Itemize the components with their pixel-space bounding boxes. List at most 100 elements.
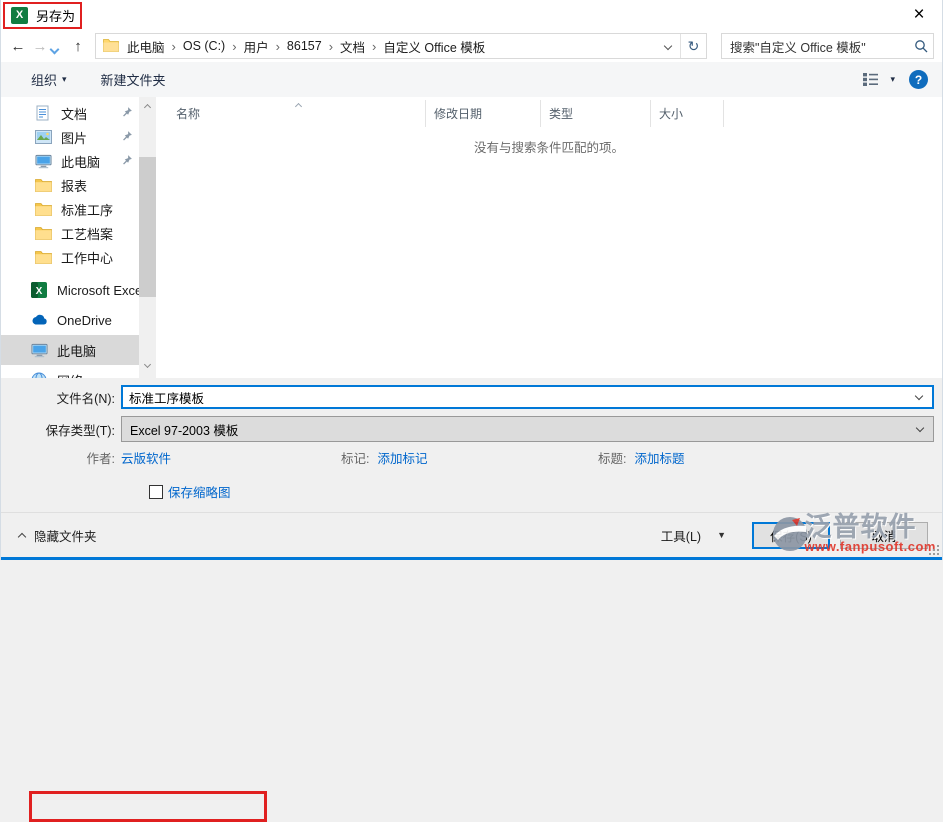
breadcrumb-item[interactable]: OS (C:): [181, 39, 227, 53]
new-folder-button[interactable]: 新建文件夹: [101, 70, 166, 89]
navigation-pane: 文档 图片 此电脑 报表 标准工序 工艺档案 工作中心 X Microsoft Excel One…: [1, 97, 139, 378]
title-label: 标题:: [598, 452, 627, 466]
breadcrumb-item[interactable]: 文档: [338, 37, 367, 56]
sidebar-item-biaozhun-gongxu[interactable]: 标准工序: [1, 197, 139, 221]
up-icon[interactable]: ↑: [67, 38, 89, 55]
documents-icon: [35, 105, 52, 121]
author-link[interactable]: 云版软件: [121, 448, 171, 467]
help-button[interactable]: ?: [909, 70, 928, 89]
sidebar-scrollbar[interactable]: [139, 97, 156, 378]
back-icon[interactable]: ←: [7, 38, 29, 55]
excel-icon: X: [31, 282, 48, 298]
sidebar-item-onedrive[interactable]: OneDrive: [1, 305, 139, 335]
breadcrumb-separator-icon: ›: [275, 38, 280, 54]
sidebar-item-documents[interactable]: 文档: [1, 101, 139, 125]
scroll-down-icon[interactable]: [139, 357, 156, 374]
address-bar[interactable]: 此电脑 › OS (C:) › 用户 › 86157 › 文档 › 自定义 Office 模板 ↻: [95, 33, 707, 59]
dialog-footer: 隐藏文件夹 工具(L) ▼ 保存(S) 取消: [1, 512, 942, 557]
pin-icon: [121, 130, 133, 145]
save-as-dialog: { "window": { "title": "另存为", "close_gly…: [0, 0, 943, 822]
cancel-button[interactable]: 取消: [840, 521, 928, 549]
sidebar-item-pictures[interactable]: 图片: [1, 125, 139, 149]
filename-label: 文件名(N):: [56, 391, 115, 406]
save-button[interactable]: 保存(S): [752, 521, 830, 549]
sidebar-item-label: 工艺档案: [61, 226, 114, 242]
breadcrumb-separator-icon: ›: [372, 38, 377, 54]
sidebar-item-label: 文档: [61, 106, 88, 122]
sort-ascending-icon: [294, 97, 303, 112]
file-options-panel: 文件名(N): 保存类型(T): Excel 97-2003 模板 作者: 云版…: [1, 378, 942, 822]
folder-icon: [35, 177, 52, 193]
new-folder-label: 新建文件夹: [100, 73, 166, 88]
breadcrumb-item[interactable]: 用户: [242, 37, 271, 56]
savetype-label: 保存类型(T):: [45, 423, 115, 438]
sidebar-item-label: 图片: [61, 130, 88, 146]
sidebar-item-label: 此电脑: [57, 343, 97, 359]
navigation-bar: ← → ↑ 此电脑 › OS (C:) › 用户 › 86157 › 文档 › 自定义 Office…: [1, 30, 942, 62]
resize-grip-icon: [929, 545, 939, 555]
close-button[interactable]: ×: [906, 2, 932, 28]
sidebar-item-this-pc-quick[interactable]: 此电脑: [1, 149, 139, 173]
sidebar-item-microsoft-excel[interactable]: X Microsoft Excel: [1, 275, 139, 305]
breadcrumb-item[interactable]: 自定义 Office 模板: [381, 37, 487, 56]
hide-folders-button[interactable]: 隐藏文件夹: [17, 526, 97, 545]
forward-icon: →: [32, 37, 48, 55]
add-tag-link[interactable]: 添加标记: [377, 448, 427, 467]
breadcrumb-item[interactable]: 此电脑: [125, 37, 167, 56]
search-icon[interactable]: [909, 39, 933, 53]
sidebar-item-network[interactable]: 网络: [1, 365, 139, 378]
onedrive-icon: [31, 312, 48, 328]
tools-button[interactable]: 工具(L) ▼: [661, 526, 726, 545]
pin-icon: [121, 154, 133, 169]
column-header-1[interactable]: 修改日期: [426, 100, 541, 127]
sidebar-item-label: 工作中心: [61, 250, 114, 266]
tags-label: 标记:: [341, 452, 370, 466]
sidebar-item-baobiao[interactable]: 报表: [1, 173, 139, 197]
sidebar-item-gongzuo-zhongxin[interactable]: 工作中心: [1, 245, 139, 269]
breadcrumb-separator-icon: ›: [171, 38, 176, 54]
excel-app-icon: X: [11, 6, 28, 24]
sidebar-item-this-pc[interactable]: 此电脑: [1, 335, 139, 365]
column-headers: 名称 修改日期 类型 大小: [156, 100, 942, 127]
save-thumbnail-checkbox[interactable]: [149, 484, 163, 499]
scroll-up-icon[interactable]: [139, 97, 156, 114]
savetype-dropdown-chevron-icon[interactable]: [907, 423, 933, 432]
filename-input[interactable]: [123, 390, 906, 404]
savetype-value: Excel 97-2003 模板: [130, 423, 239, 438]
breadcrumb: 此电脑 › OS (C:) › 用户 › 86157 › 文档 › 自定义 Office 模板: [125, 37, 487, 56]
organize-caret-icon: ▾: [62, 74, 67, 84]
sidebar-item-gongyi-dangan[interactable]: 工艺档案: [1, 221, 139, 245]
column-header-2[interactable]: 类型: [541, 100, 651, 127]
breadcrumb-item[interactable]: 86157: [285, 39, 324, 53]
sidebar-item-label: 报表: [61, 178, 88, 194]
title-bar: X 另存为 ×: [1, 0, 942, 30]
breadcrumb-separator-icon: ›: [232, 38, 237, 54]
tools-caret-icon: ▼: [717, 530, 726, 540]
sidebar-item-label: Microsoft Excel: [57, 282, 139, 298]
change-view-button[interactable]: ▾: [862, 72, 895, 87]
filename-combobox[interactable]: [121, 385, 934, 409]
savetype-dropdown[interactable]: Excel 97-2003 模板: [121, 416, 934, 442]
this-pc-icon: [35, 153, 52, 169]
sidebar-item-label: OneDrive: [57, 312, 112, 328]
column-header-3[interactable]: 大小: [651, 100, 724, 127]
chevron-up-icon: [17, 532, 27, 542]
folder-icon: [35, 249, 52, 265]
svg-text:X: X: [36, 286, 43, 297]
address-dropdown-chevron-icon[interactable]: [656, 34, 680, 58]
save-thumbnail-option[interactable]: 保存缩略图: [149, 482, 231, 501]
filename-dropdown-chevron-icon[interactable]: [906, 391, 932, 400]
refresh-icon[interactable]: ↻: [680, 34, 706, 58]
empty-list-message: 没有与搜索条件匹配的项。: [473, 141, 624, 155]
organize-button[interactable]: 组织 ▾: [31, 70, 67, 89]
column-header-0[interactable]: 名称: [156, 100, 426, 127]
add-title-link[interactable]: 添加标题: [634, 448, 684, 467]
organize-label: 组织: [31, 73, 58, 88]
pictures-icon: [35, 129, 52, 145]
file-list: 名称 修改日期 类型 大小 没有与搜索条件匹配的项。: [156, 97, 942, 378]
search-input[interactable]: [722, 39, 909, 53]
this-pc-icon: [31, 342, 48, 358]
search-box[interactable]: [721, 33, 934, 59]
scrollbar-thumb[interactable]: [139, 157, 156, 297]
recent-locations-chevron-icon[interactable]: [49, 41, 63, 55]
